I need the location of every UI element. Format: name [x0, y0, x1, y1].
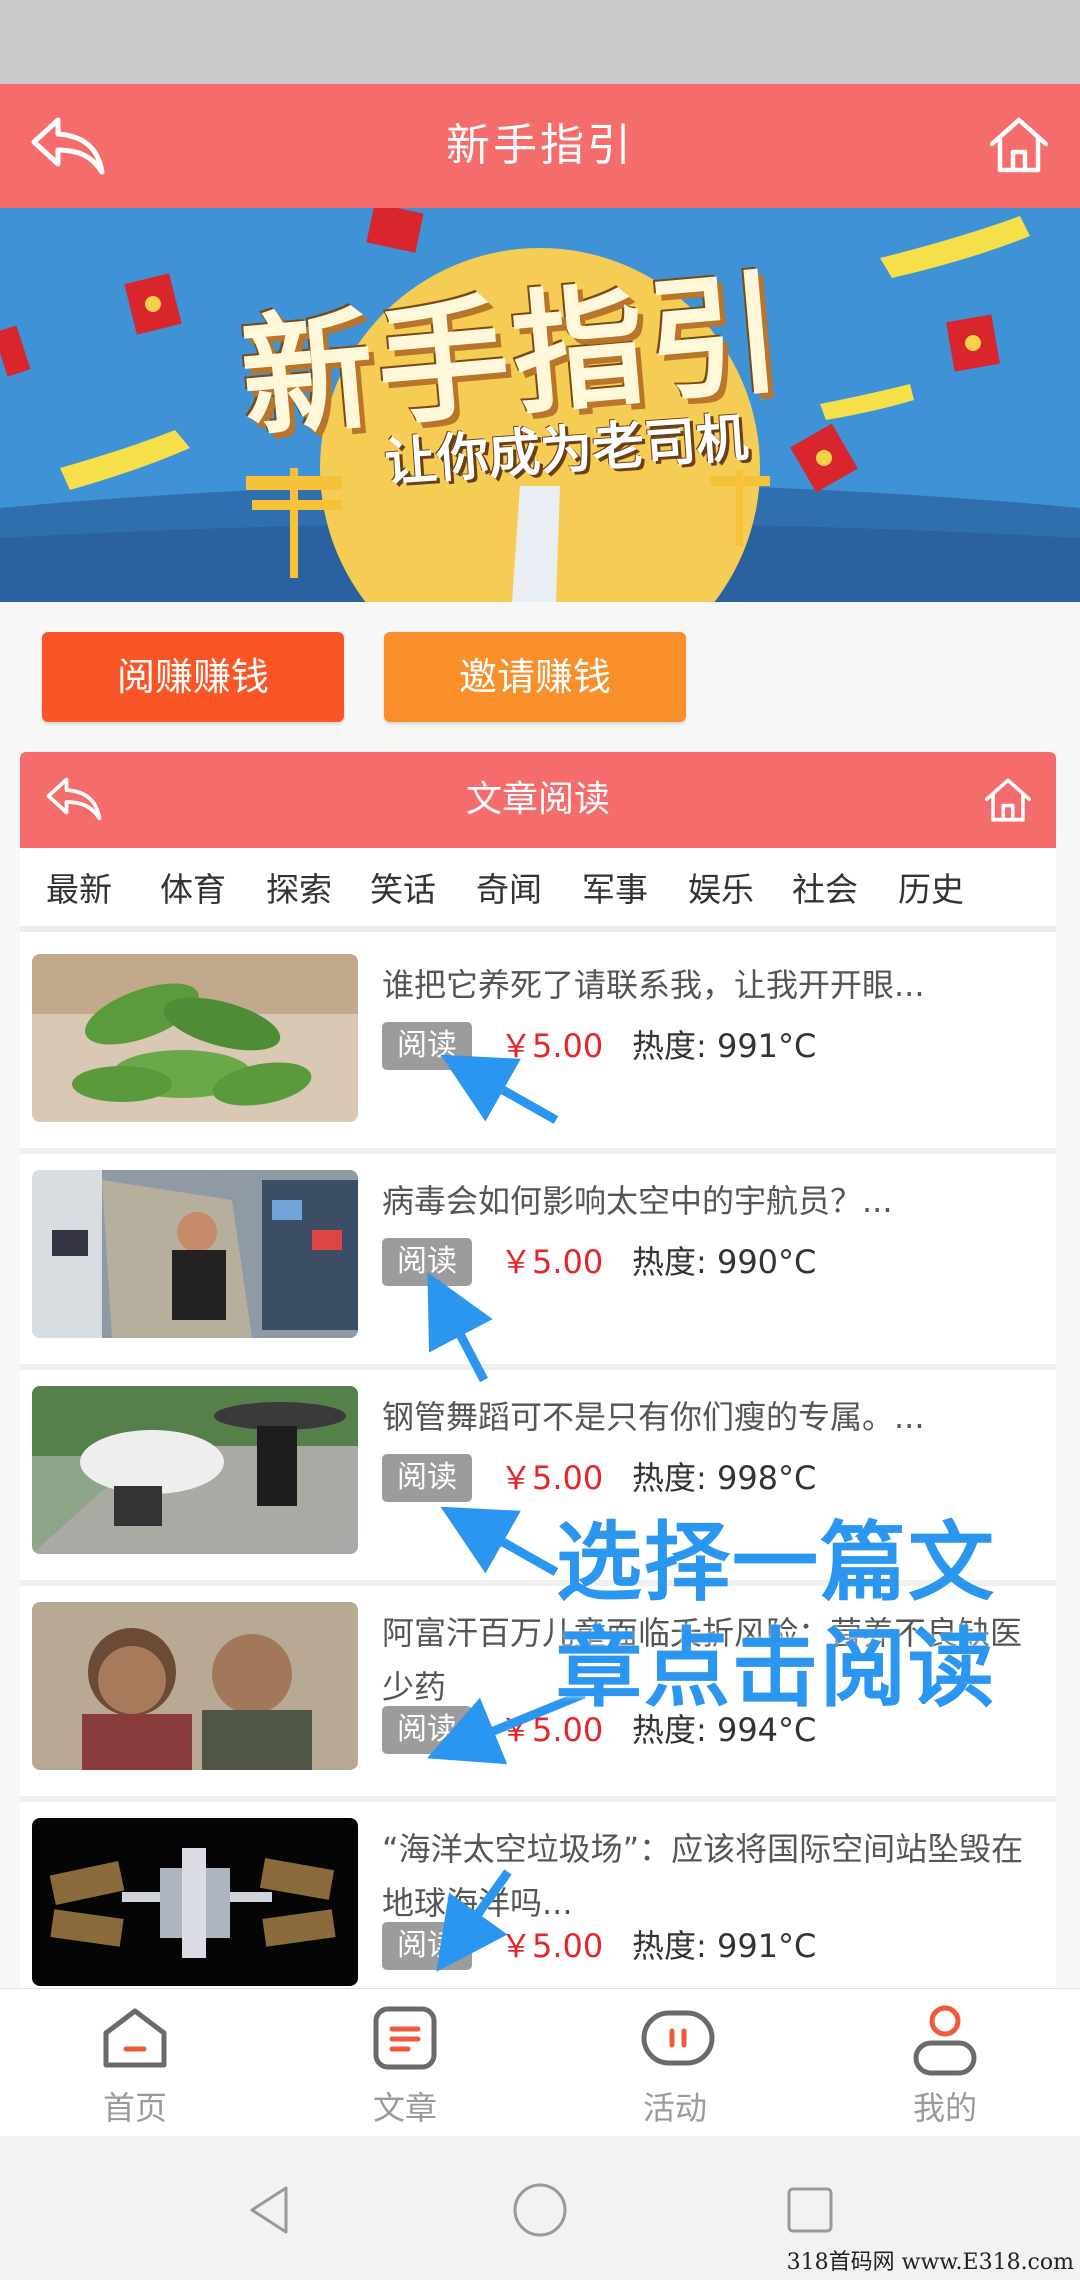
read-button[interactable]: 阅读	[382, 1238, 472, 1286]
read-button[interactable]: 阅读	[382, 1922, 472, 1970]
nav-label: 我的	[912, 2089, 977, 2127]
top-app-bar: 新手指引	[0, 84, 1080, 208]
article-heat: 热度: 990°C	[632, 1243, 817, 1281]
annotation-line-2: 章点击阅读	[556, 1619, 996, 1719]
article-title[interactable]: 病毒会如何影响太空中的宇航员？...	[382, 1174, 1042, 1228]
article-reward: ￥5.00	[500, 1459, 604, 1497]
article-reading-panel: 文章阅读 最新 体育 探索 笑话 奇闻 军事 娱乐 社会 历史 谁把它养死了请联…	[20, 752, 1056, 1988]
article-title[interactable]: 谁把它养死了请联系我，让我开开眼...	[382, 958, 1042, 1012]
tab-history[interactable]: 历史	[898, 848, 964, 932]
article-icon	[373, 2006, 437, 2070]
article-title[interactable]: 钢管舞蹈可不是只有你们瘦的专属。...	[382, 1390, 1042, 1444]
article-thumbnail	[32, 1170, 358, 1338]
nav-label: 首页	[102, 2089, 167, 2127]
home-circle-icon[interactable]	[510, 2180, 570, 2240]
read-button[interactable]: 阅读	[382, 1454, 472, 1502]
tab-oddities[interactable]: 奇闻	[476, 848, 542, 932]
tab-entertainment[interactable]: 娱乐	[688, 848, 754, 932]
nav-home[interactable]: 首页	[0, 1989, 270, 2137]
home-icon[interactable]	[982, 774, 1034, 826]
article-thumbnail	[32, 1818, 358, 1986]
article-reward: ￥5.00	[500, 1927, 604, 1965]
home-icon[interactable]	[986, 112, 1052, 178]
tutorial-annotation: 选择一篇文 章点击阅读	[556, 1510, 996, 1722]
status-bar	[0, 0, 1080, 84]
activity-icon	[641, 2010, 715, 2066]
annotation-line-1: 选择一篇文	[556, 1513, 996, 1613]
nav-label: 活动	[642, 2089, 707, 2127]
home-icon	[103, 2008, 167, 2068]
article-reward: ￥5.00	[500, 1243, 604, 1281]
article-item[interactable]: “海洋太空垃圾场”：应该将国际空间站坠毁在地球海洋吗... 阅读 ￥5.00 热…	[20, 1802, 1056, 1988]
recents-square-icon[interactable]	[780, 2180, 840, 2240]
article-item[interactable]: 病毒会如何影响太空中的宇航员？... 阅读 ￥5.00 热度: 990°C	[20, 1154, 1056, 1364]
watermark-text: 318首码网 www.E318.com	[786, 2250, 1074, 2275]
article-heat: 热度: 998°C	[632, 1459, 817, 1497]
read-button[interactable]: 阅读	[382, 1022, 472, 1070]
profile-icon	[913, 2005, 977, 2076]
bottom-navigation: 首页 文章 活动 我的	[0, 1988, 1080, 2136]
tab-explore[interactable]: 探索	[266, 848, 332, 932]
article-title[interactable]: “海洋太空垃圾场”：应该将国际空间站坠毁在地球海洋吗...	[382, 1822, 1042, 1930]
article-thumbnail	[32, 1386, 358, 1554]
article-item[interactable]: 谁把它养死了请联系我，让我开开眼... 阅读 ￥5.00 热度: 991°C	[20, 938, 1056, 1148]
nav-profile[interactable]: 我的	[810, 1989, 1080, 2137]
nav-activities[interactable]: 活动	[540, 1989, 810, 2137]
nav-label: 文章	[372, 2089, 437, 2127]
back-triangle-icon[interactable]	[240, 2180, 300, 2240]
invite-earn-button[interactable]: 邀请赚钱	[384, 632, 686, 722]
tab-military[interactable]: 军事	[582, 848, 648, 932]
inner-app-bar: 文章阅读	[20, 752, 1056, 848]
read-button[interactable]: 阅读	[382, 1706, 472, 1754]
article-thumbnail	[32, 1602, 358, 1770]
article-heat: 热度: 991°C	[632, 1027, 817, 1065]
read-earn-button[interactable]: 阅赚赚钱	[42, 632, 344, 722]
inner-title: 文章阅读	[465, 779, 610, 820]
page-title: 新手指引	[446, 120, 634, 171]
guide-banner: 新手指引 让你成为老司机	[0, 208, 1080, 602]
tab-latest[interactable]: 最新	[46, 848, 112, 932]
category-tabs: 最新 体育 探索 笑话 奇闻 军事 娱乐 社会 历史	[20, 848, 1056, 932]
system-navigation-bar: 318首码网 www.E318.com	[0, 2136, 1080, 2280]
nav-articles[interactable]: 文章	[270, 1989, 540, 2137]
article-list: 谁把它养死了请联系我，让我开开眼... 阅读 ￥5.00 热度: 991°C 病…	[20, 938, 1056, 1988]
article-thumbnail	[32, 954, 358, 1122]
article-reward: ￥5.00	[500, 1027, 604, 1065]
tab-jokes[interactable]: 笑话	[370, 848, 436, 932]
tab-society[interactable]: 社会	[792, 848, 858, 932]
article-heat: 热度: 991°C	[632, 1927, 817, 1965]
tab-sports[interactable]: 体育	[160, 848, 226, 932]
